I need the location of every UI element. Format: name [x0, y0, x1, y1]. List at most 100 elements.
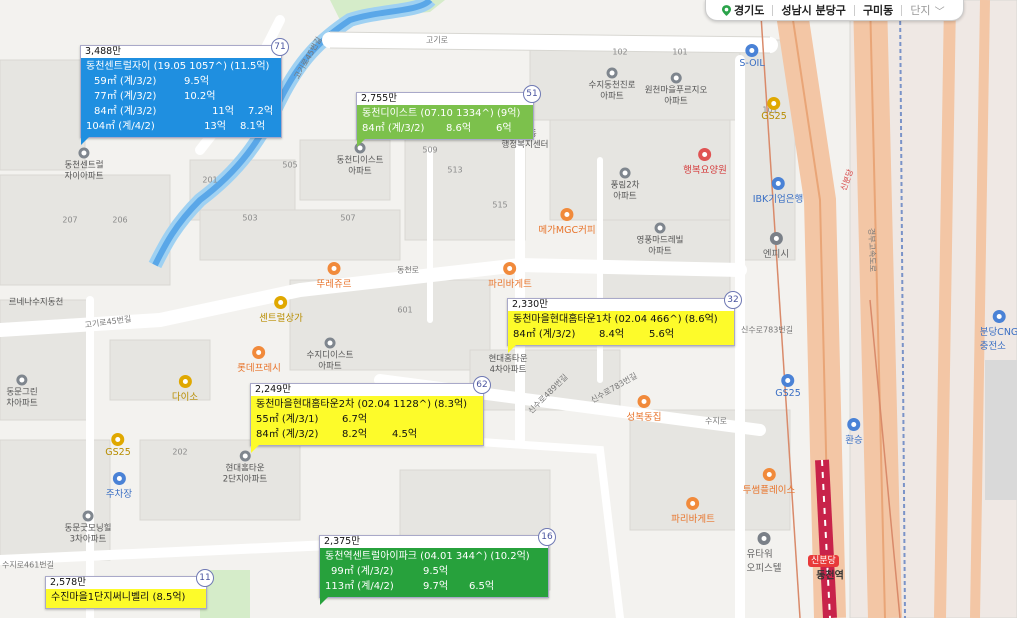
- place-label: 수지동천진로 아파트: [589, 67, 635, 103]
- station-name: 동천역: [816, 570, 844, 582]
- pharmacy-poi[interactable]: GS25: [775, 374, 801, 399]
- building-icon: [757, 532, 771, 545]
- card-pointer: [320, 597, 328, 605]
- nursing-home-poi[interactable]: 행복요양원: [683, 148, 727, 176]
- listing-card[interactable]: 2,249만 동천마을현대홈타운2차 (02.04 1128^) (8.3억) …: [250, 376, 491, 453]
- parking-poi[interactable]: 주차장: [106, 472, 132, 500]
- building-poi[interactable]: 엔피시: [763, 232, 789, 260]
- shopping-cart-icon: [252, 346, 266, 359]
- block-number: 505: [282, 160, 298, 170]
- cafe-icon: [560, 208, 574, 221]
- cafe-poi[interactable]: 메가MGC커피: [538, 208, 596, 236]
- listing-card[interactable]: 2,330만 동천마을현대홈타운1차 (02.04 466^) (8.6억) 8…: [507, 291, 742, 353]
- block-number: 102: [612, 47, 628, 57]
- hospital-icon: [698, 148, 712, 161]
- breadcrumb-filter[interactable]: 단지 ﹀: [902, 2, 952, 18]
- bakery-icon: [327, 262, 341, 275]
- block-number: 515: [492, 200, 508, 210]
- place-label: 동천디이스트 아파트: [337, 142, 383, 178]
- card-pointer: [81, 137, 89, 145]
- card-pointer: [508, 345, 516, 353]
- bakery-icon: [686, 497, 700, 510]
- mall-poi[interactable]: 센트럴상가: [259, 296, 303, 324]
- place-label: 현대홈타운 2단지아파트: [223, 450, 267, 486]
- road-label: 신수로783번길: [740, 325, 794, 335]
- price-per-pyeong: 2,375만: [320, 536, 548, 548]
- block-number: 509: [422, 145, 438, 155]
- cafe-icon: [762, 468, 776, 481]
- convenience-store-poi[interactable]: GS25: [761, 97, 787, 122]
- shopping-icon: [178, 375, 192, 388]
- card-pointer: [251, 445, 259, 453]
- apartment-icon: [670, 72, 682, 84]
- listing-count-badge: 11: [196, 569, 214, 587]
- bakery-poi[interactable]: 파리바게트: [488, 262, 532, 290]
- listing-title: 동천센트럴자이 (19.05 1057^) (11.5억): [86, 61, 270, 72]
- place-label: 르네나수지동천: [8, 297, 64, 308]
- convenience-store-icon: [767, 97, 781, 110]
- listing-title: 동천디이스트 (07.10 1334^) (9억): [362, 108, 521, 119]
- apartment-icon: [324, 337, 336, 349]
- apartment-icon: [78, 147, 90, 159]
- listing-row: 99㎡ (계/3/2) 9.5억: [331, 566, 449, 577]
- price-per-pyeong: 2,578만: [46, 577, 206, 589]
- building-poi[interactable]: 유타워 오피스텔: [747, 532, 781, 574]
- restaurant-poi[interactable]: 성복동집: [627, 395, 661, 423]
- road-label: 수지로461번길: [1, 560, 55, 570]
- gas-station-poi[interactable]: 분당CNG 충전소: [980, 310, 1017, 352]
- block-number: 206: [112, 215, 128, 225]
- listing-row: 59㎡ (계/3/2) 9.5억: [94, 76, 210, 87]
- block-number: 101: [672, 47, 688, 57]
- shopping-icon: [274, 296, 288, 309]
- building-icon: [769, 232, 783, 245]
- station-line-tag: 신분당: [808, 555, 839, 567]
- breadcrumb-dong[interactable]: 구미동: [855, 2, 901, 18]
- parking-icon: [112, 472, 126, 485]
- apartment-icon: [654, 222, 666, 234]
- road-label: 수지로: [704, 416, 728, 426]
- listing-card[interactable]: 2,578만 수진마을1단지써니벨리 (8.5억) 11: [45, 569, 214, 609]
- subway-station[interactable]: 신분당: [808, 548, 839, 567]
- listing-count-badge: 71: [271, 38, 289, 56]
- place-label: 현대홈타운 4차아파트: [488, 354, 528, 375]
- listing-row: 104㎡ (계/4/2) 13억 8.1억: [86, 121, 266, 132]
- bakery-poi[interactable]: 뚜레쥬르: [317, 262, 351, 290]
- block-number: 503: [242, 213, 258, 223]
- listing-count-badge: 62: [473, 376, 491, 394]
- place-label: 영풍마드레빌 아파트: [637, 222, 683, 258]
- block-number: 201: [202, 175, 218, 185]
- listing-count-badge: 32: [724, 291, 742, 309]
- listing-card[interactable]: 3,488만 동천센트럴자이 (19.05 1057^) (11.5억) 59㎡…: [80, 38, 289, 145]
- shop-poi[interactable]: 다이소: [172, 375, 198, 403]
- price-per-pyeong: 2,249만: [251, 384, 483, 396]
- breadcrumb-region[interactable]: 경기도: [714, 2, 772, 18]
- block-number: 202: [172, 447, 188, 457]
- restaurant-icon: [637, 395, 651, 408]
- gas-station-poi[interactable]: S-OIL: [739, 44, 765, 69]
- listing-title: 동천마을현대홈타운1차 (02.04 466^) (8.6억): [513, 314, 718, 325]
- gas-station-icon: [745, 44, 759, 57]
- cafe-poi[interactable]: 투썸플레이스: [743, 468, 795, 496]
- listing-row: 84㎡ (계/3/2) 8.6억 6억: [362, 123, 512, 134]
- transfer-poi[interactable]: 환승: [845, 418, 863, 446]
- breadcrumb-city[interactable]: 성남시 분당구: [773, 2, 854, 18]
- place-label: 원천마을푸르지오 아파트: [645, 72, 707, 108]
- block-number: 601: [397, 305, 413, 315]
- grocery-poi[interactable]: 롯데프레시: [237, 346, 281, 374]
- listing-card[interactable]: 2,375만 동천역센트럴아이파크 (04.01 344^) (10.2억) 9…: [319, 528, 556, 605]
- listing-row: 84㎡ (계/3/2) 11억 7.2억: [94, 106, 274, 117]
- listing-row: 77㎡ (계/3/2) 10.2억: [94, 91, 216, 102]
- listing-title: 동천마을현대홈타운2차 (02.04 1128^) (8.3억): [256, 399, 468, 410]
- convenience-store-poi[interactable]: GS25: [105, 433, 131, 458]
- road-label: 고기로: [425, 35, 449, 45]
- place-label: 동문그린 차아파트: [6, 374, 38, 410]
- apartment-icon: [619, 167, 631, 179]
- pharmacy-icon: [781, 374, 795, 387]
- apartment-icon: [606, 67, 618, 79]
- bank-poi[interactable]: IBK기업은행: [753, 177, 803, 205]
- listing-card[interactable]: 2,755만 동천디이스트 (07.10 1334^) (9억) 84㎡ (계/…: [356, 85, 541, 147]
- place-label: 풍림2차 아파트: [611, 167, 639, 203]
- place-label: 동문굿모닝힐 3차아파트: [65, 510, 111, 546]
- bakery-poi[interactable]: 파리바게트: [671, 497, 715, 525]
- road-label: 경부고속도로: [866, 227, 878, 273]
